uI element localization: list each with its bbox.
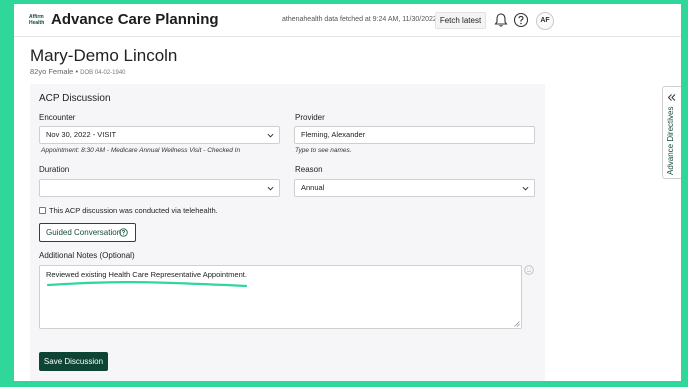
encounter-select[interactable]: Nov 30, 2022 - VISIT (39, 126, 280, 144)
telehealth-label: This ACP discussion was conducted via te… (49, 206, 218, 215)
reason-label: Reason (295, 165, 323, 174)
help-icon[interactable] (513, 12, 529, 28)
notes-textarea[interactable]: Reviewed existing Health Care Representa… (39, 265, 522, 329)
user-avatar[interactable]: AF (536, 12, 554, 30)
app-title: Advance Care Planning (51, 11, 219, 28)
help-icon (119, 228, 128, 237)
chevron-down-icon (522, 186, 529, 191)
resize-handle-icon[interactable] (514, 321, 520, 327)
provider-input[interactable]: Fleming, Alexander (294, 126, 535, 144)
patient-name: Mary-Demo Lincoln (30, 46, 178, 65)
duration-label: Duration (39, 165, 70, 174)
chevron-down-icon (267, 133, 274, 138)
app-window: Affirm Health Advance Care Planning athe… (14, 4, 681, 381)
encounter-label: Encounter (39, 113, 76, 122)
fetch-latest-button[interactable]: Fetch latest (435, 12, 486, 29)
duration-select[interactable] (39, 179, 280, 197)
provider-label: Provider (295, 113, 325, 122)
guided-conversation-button[interactable]: Guided Conversation (39, 223, 136, 242)
telehealth-checkbox[interactable] (39, 207, 46, 214)
brand-logo: Affirm Health (29, 14, 45, 26)
advance-directives-label: Advance Directives (666, 106, 675, 175)
acp-discussion-panel: ACP Discussion Encounter Nov 30, 2022 - … (30, 84, 545, 381)
highlight-underline (47, 281, 247, 288)
double-chevron-left-icon (667, 94, 676, 101)
encounter-hint: Appointment: 8:30 AM - Medicare Annual W… (41, 147, 241, 154)
reason-select[interactable]: Annual (294, 179, 535, 197)
app-header: Affirm Health Advance Care Planning athe… (14, 4, 681, 37)
advance-directives-tab[interactable]: Advance Directives (662, 86, 681, 179)
bell-icon[interactable] (493, 12, 509, 28)
save-discussion-button[interactable]: Save Discussion (39, 352, 108, 371)
notes-label: Additional Notes (Optional) (39, 251, 135, 260)
patient-summary: 82yo Female • DOB 04-02-1940 (30, 67, 126, 76)
smiley-icon[interactable] (524, 265, 534, 275)
section-title: ACP Discussion (39, 93, 111, 104)
chevron-down-icon (267, 186, 274, 191)
patient-dob: DOB 04-02-1940 (80, 70, 126, 76)
provider-hint: Type to see names. (295, 147, 352, 154)
fetch-status-text: athenahealth data fetched at 9:24 AM, 11… (282, 16, 439, 23)
